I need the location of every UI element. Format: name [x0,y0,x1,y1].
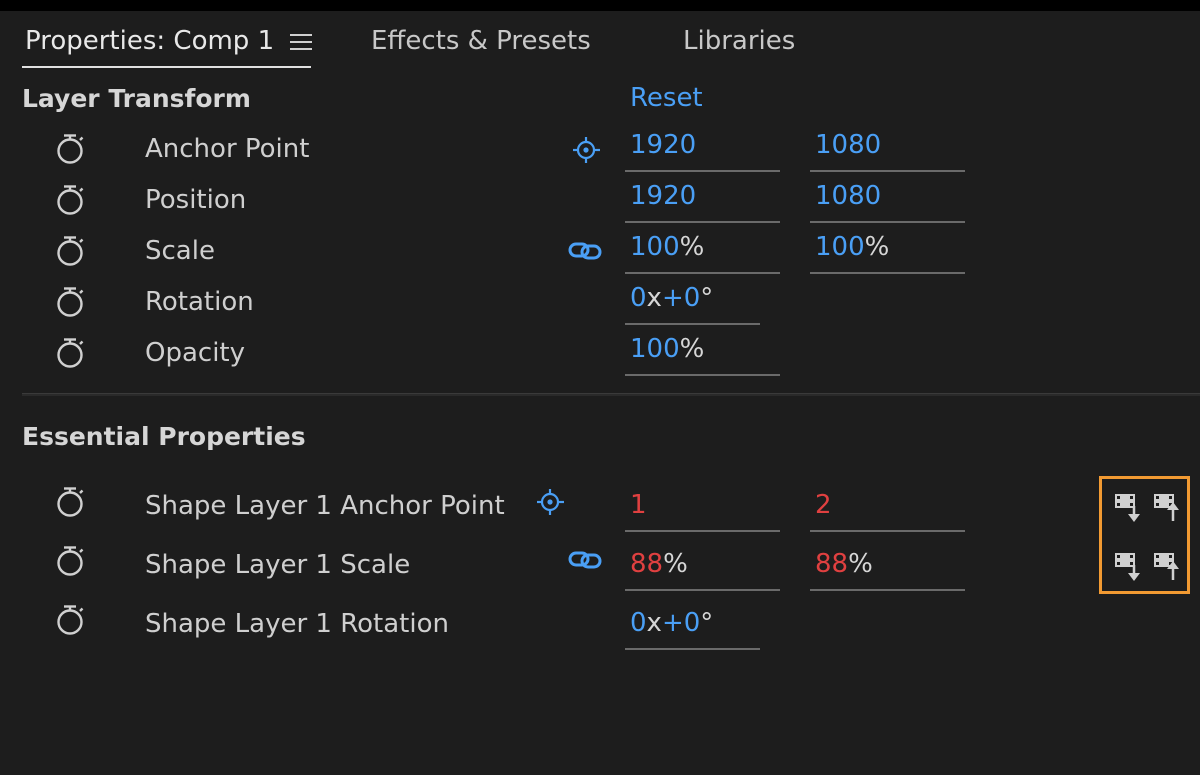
push-to-master-icon[interactable] [1113,550,1143,582]
link-icon[interactable] [568,546,604,574]
rotation-field[interactable]: 0x+0° [625,283,760,325]
panel-menu-icon[interactable] [290,32,312,52]
stopwatch-icon[interactable] [55,235,85,267]
stopwatch-icon[interactable] [55,184,85,216]
shape-scale-label: Shape Layer 1 Scale [145,550,411,580]
shape-scale-x-unit: % [663,549,688,579]
shape-rotation-angle-value[interactable]: +0 [662,608,700,638]
anchor-point-y-value: 1080 [815,130,882,160]
position-y-value: 1080 [815,181,882,211]
position-y-field[interactable]: 1080 [810,181,965,223]
essential-properties-title: Essential Properties [22,422,306,451]
shape-rotation-x-separator: x [646,608,662,638]
shape-anchor-point-x-value: 1 [630,490,647,520]
stopwatch-icon[interactable] [55,286,85,318]
shape-scale-x-field[interactable]: 88% [625,549,780,591]
pull-from-master-icon[interactable] [1152,550,1182,582]
link-icon[interactable] [568,237,604,265]
shape-scale-y-value: 88 [815,549,849,579]
scale-y-value: 100 [815,232,865,262]
rotation-degree-unit: ° [700,283,714,313]
window-top-bar [0,0,1200,11]
stopwatch-icon[interactable] [55,337,85,369]
scale-x-unit: % [679,232,705,262]
shape-rotation-field[interactable]: 0x+0° [625,608,760,650]
position-x-value: 1920 [630,181,697,211]
shape-rotation-label: Shape Layer 1 Rotation [145,609,449,639]
shape-anchor-point-x-field[interactable]: 1 [625,490,780,532]
opacity-unit: % [679,334,705,364]
shape-anchor-point-label: Shape Layer 1 Anchor Point [145,491,505,521]
scale-y-unit: % [864,232,890,262]
scale-label: Scale [145,236,215,266]
pull-from-master-icon[interactable] [1152,491,1182,523]
active-tab-underline [22,66,311,68]
tab-effects-presets[interactable]: Effects & Presets [371,26,591,56]
anchor-point-x-field[interactable]: 1920 [625,130,780,172]
anchor-point-x-value: 1920 [630,130,697,160]
scale-x-value: 100 [630,232,680,262]
position-label: Position [145,185,247,215]
shape-anchor-point-y-value: 2 [815,490,832,520]
stopwatch-icon[interactable] [55,133,85,165]
opacity-field[interactable]: 100% [625,334,780,376]
layer-transform-title: Layer Transform [22,84,251,113]
rotation-angle-value[interactable]: +0 [662,283,700,313]
shape-scale-x-value: 88 [630,549,664,579]
reset-button[interactable]: Reset [630,83,703,113]
rotation-x-separator: x [646,283,662,313]
stopwatch-icon[interactable] [55,545,85,577]
shape-rotation-turns-value[interactable]: 0 [625,608,647,638]
tab-properties[interactable]: Properties: Comp 1 [25,26,274,56]
push-to-master-icon[interactable] [1113,491,1143,523]
shape-rotation-degree-unit: ° [700,608,714,638]
stopwatch-icon[interactable] [55,604,85,636]
rotation-label: Rotation [145,287,254,317]
section-divider [22,393,1200,396]
rotation-turns-value[interactable]: 0 [625,283,647,313]
tab-libraries[interactable]: Libraries [683,26,795,56]
scale-y-field[interactable]: 100% [810,232,965,274]
anchor-target-icon[interactable] [534,488,570,516]
opacity-label: Opacity [145,338,246,368]
shape-scale-y-unit: % [848,549,873,579]
anchor-point-label: Anchor Point [145,134,310,164]
position-x-field[interactable]: 1920 [625,181,780,223]
scale-x-field[interactable]: 100% [625,232,780,274]
anchor-point-y-field[interactable]: 1080 [810,130,965,172]
shape-scale-y-field[interactable]: 88% [810,549,965,591]
anchor-target-icon[interactable] [570,136,606,164]
stopwatch-icon[interactable] [55,486,85,518]
shape-anchor-point-y-field[interactable]: 2 [810,490,965,532]
opacity-value: 100 [630,334,680,364]
